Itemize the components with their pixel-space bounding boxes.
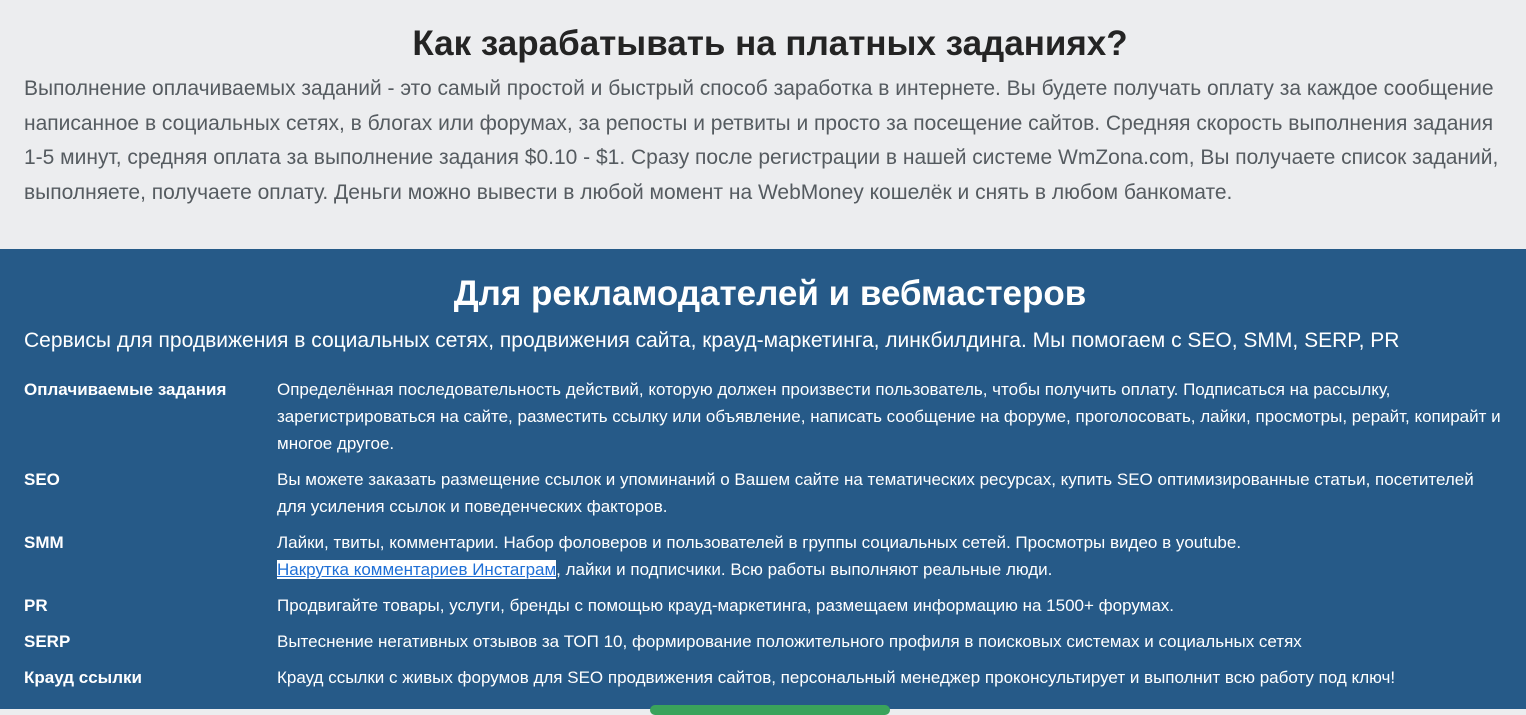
service-term: SERP — [24, 632, 71, 651]
instagram-comments-link[interactable]: Накрутка комментариев Инстаграм — [277, 560, 557, 579]
service-desc: Продвигайте товары, услуги, бренды с пом… — [277, 596, 1175, 615]
service-term: SMM — [24, 533, 64, 552]
service-desc: Вы можете заказать размещение ссылок и у… — [277, 470, 1474, 516]
service-desc: Определённая последовательность действий… — [277, 380, 1501, 453]
service-desc-after-link: , лайки и подписчики. Всю работы выполня… — [556, 560, 1053, 579]
service-desc: Крауд ссылки с живых форумов для SEO про… — [277, 668, 1396, 687]
cta-button-partial[interactable] — [650, 705, 890, 715]
service-term: PR — [24, 596, 48, 615]
earn-section-title: Как зарабатывать на платных заданиях? — [412, 24, 1128, 63]
advertisers-section-title: Для рекламодателей и вебмастеров — [453, 274, 1087, 313]
service-term: SEO — [24, 470, 60, 489]
service-desc-text: Лайки, твиты, комментарии. Набор фоловер… — [277, 533, 1242, 552]
service-term: Оплачиваемые задания — [24, 380, 227, 399]
earn-section: Как зарабатывать на платных заданиях? Вы… — [0, 0, 1526, 249]
service-term: Крауд ссылки — [24, 668, 142, 687]
service-desc: Вытеснение негативных отзывов за ТОП 10,… — [277, 632, 1302, 651]
earn-section-text: Выполнение оплачиваемых заданий - это са… — [24, 77, 1499, 204]
service-desc: Лайки, твиты, комментарии. Набор фоловер… — [277, 529, 1507, 583]
advertisers-section-subtitle: Сервисы для продвижения в социальных сет… — [24, 329, 1400, 352]
advertisers-section: Для рекламодателей и вебмастеров Сервисы… — [0, 249, 1526, 709]
